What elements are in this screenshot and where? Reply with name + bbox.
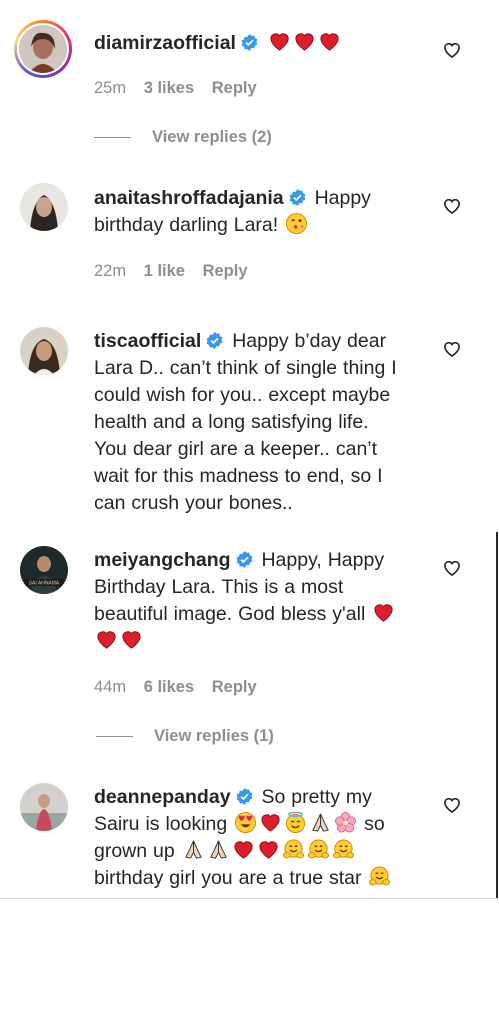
comments-panel: diamirzaofficial 25m 3 likes Reply View … <box>0 0 498 899</box>
comment-body: Happy, Happy <box>261 549 385 571</box>
comment-body: Sairu is looking <box>94 813 228 835</box>
verified-badge-icon <box>289 189 306 206</box>
comment-username[interactable]: tiscaofficial <box>94 330 201 352</box>
verified-badge-icon <box>206 332 223 349</box>
reply-button[interactable]: Reply <box>212 79 257 97</box>
red-heart-emoji <box>234 841 253 859</box>
hugging-face-emoji <box>307 839 329 859</box>
comment-text: tiscaofficial Happy b’day dear Lara D.. … <box>94 328 397 517</box>
avatar[interactable] <box>20 183 68 231</box>
comment-text: anaitashroffadajania Happy birthday darl… <box>94 185 371 239</box>
comment-body: Happy <box>314 187 371 209</box>
verified-badge-icon <box>241 34 258 51</box>
view-replies-label: View replies (2) <box>152 128 272 146</box>
heart-eyes-emoji <box>235 811 257 834</box>
red-heart-emoji <box>97 631 116 649</box>
comment-body: birthday girl you are a true star <box>94 867 362 889</box>
like-heart-icon[interactable] <box>442 558 462 578</box>
hugging-face-emoji <box>332 839 354 859</box>
like-heart-icon[interactable] <box>442 795 462 815</box>
red-heart-emoji <box>259 841 278 859</box>
folded-hands-emoji <box>209 840 227 859</box>
comment-body: health and a long satisfying life. <box>94 411 369 433</box>
red-heart-emoji <box>122 631 141 649</box>
comment-body: Lara D.. can’t think of single thing I <box>94 357 397 379</box>
reply-button[interactable]: Reply <box>203 262 248 280</box>
avatar[interactable] <box>20 783 68 831</box>
avatar-story-ring[interactable] <box>14 20 72 78</box>
comment-meta: 44m 6 likes Reply <box>94 677 270 697</box>
verified-badge-icon <box>236 788 252 805</box>
comment-time[interactable]: 44m <box>94 678 126 696</box>
avatar[interactable] <box>19 25 67 73</box>
comment-meta: 22m 1 like Reply <box>94 261 261 281</box>
comment-body: could wish for you.. except maybe <box>94 384 391 406</box>
comment-likes[interactable]: 6 likes <box>144 678 194 696</box>
smiling-halo-emoji <box>286 811 306 834</box>
comment-meta: 25m 3 likes Reply <box>94 78 270 98</box>
comment-time[interactable]: 25m <box>94 79 126 97</box>
divider <box>94 137 131 139</box>
folded-hands-emoji <box>312 813 330 832</box>
comment-username[interactable]: deannepanday <box>94 786 231 808</box>
comment-body: You dear girl are a keeper.. can’t <box>94 438 378 460</box>
red-heart-emoji <box>270 33 289 51</box>
comment-body: can crush your bones.. <box>94 492 293 514</box>
svg-text:SAI AHNAMA: SAI AHNAMA <box>29 581 60 587</box>
comment-body: beautiful image. God bless y'all <box>94 603 366 625</box>
reply-button[interactable]: Reply <box>212 678 257 696</box>
red-heart-emoji <box>295 33 314 51</box>
comment-username[interactable]: anaitashroffadajania <box>94 187 284 209</box>
comment-body: Birthday Lara. This is a most <box>94 576 344 598</box>
comment-body: wait for this madness to end, so I <box>94 465 383 487</box>
comment-text: diamirzaofficial <box>94 30 342 57</box>
hugging-face-emoji <box>282 839 304 859</box>
comment-time[interactable]: 22m <box>94 262 126 280</box>
comment-username[interactable]: diamirzaofficial <box>94 32 236 54</box>
red-heart-emoji <box>261 814 280 832</box>
like-heart-icon[interactable] <box>442 40 462 60</box>
verified-badge-icon <box>236 551 252 568</box>
hugging-face-emoji <box>369 866 391 886</box>
comment-text: meiyangchang Happy, Happy Birthday Lara.… <box>94 547 396 655</box>
avatar[interactable]: SAI AHNAMA <box>20 546 68 594</box>
comment-body: Happy b’day dear <box>232 330 387 352</box>
red-heart-emoji <box>374 604 393 622</box>
kissing-face-emoji <box>286 212 308 235</box>
comment-body: birthday darling Lara! <box>94 214 279 236</box>
comment-username[interactable]: meiyangchang <box>94 549 231 571</box>
view-replies-button[interactable]: View replies (2) <box>94 128 272 148</box>
comment-likes[interactable]: 1 like <box>144 262 185 280</box>
red-heart-emoji <box>320 33 339 51</box>
comment-body: So pretty my <box>261 786 372 808</box>
comment-body: so <box>364 813 385 835</box>
avatar[interactable] <box>20 327 68 375</box>
comment-likes[interactable]: 3 likes <box>144 79 194 97</box>
cherry-blossom-emoji <box>335 812 357 833</box>
comment-text: deannepanday So pretty my Sairu is looki… <box>94 784 392 892</box>
like-heart-icon[interactable] <box>442 339 462 359</box>
view-replies-button[interactable]: View replies (1) <box>96 727 274 747</box>
like-heart-icon[interactable] <box>442 196 462 216</box>
folded-hands-emoji <box>184 840 202 859</box>
divider <box>96 736 133 738</box>
view-replies-label: View replies (1) <box>154 727 274 745</box>
comment-body: grown up <box>94 840 175 862</box>
scrollbar[interactable] <box>496 532 498 898</box>
